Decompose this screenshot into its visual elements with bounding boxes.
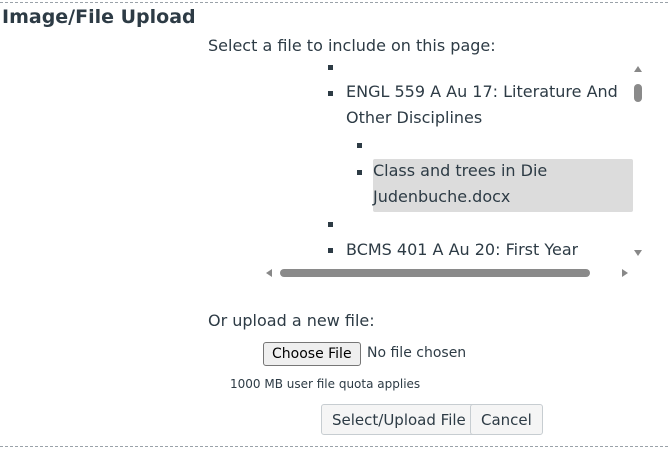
tree-bullet [328,222,333,227]
scroll-down-arrow-icon[interactable] [634,250,642,256]
tree-item-file-selected[interactable]: Class and trees in Die Judenbuche.docx [373,158,547,210]
no-file-chosen-label: No file chosen [367,345,467,361]
tree-item-course-bcms401[interactable]: BCMS 401 A Au 20: First Year [346,237,578,259]
scroll-up-arrow-icon[interactable] [634,66,642,72]
choose-file-button[interactable]: Choose File [263,342,361,366]
tree-item-label-line1: Class and trees in Die [373,161,548,180]
bottom-divider [0,446,668,447]
tree-item-course-engl559[interactable]: ENGL 559 A Au 17: Literature And Other D… [346,79,618,131]
scroll-left-arrow-icon[interactable] [266,269,272,277]
section-title: Image/File Upload [2,6,196,28]
top-divider [0,2,668,3]
tree-bullet [328,65,333,70]
cancel-button[interactable]: Cancel [470,404,543,435]
select-upload-file-button[interactable]: Select/Upload File [321,404,477,435]
tree-item-label-line1: BCMS 401 A Au 20: First Year [346,240,579,259]
tree-item-label-line1: ENGL 559 A Au 17: Literature And [346,82,618,101]
tree-bullet [357,170,362,175]
select-file-prompt: Select a file to include on this page: [208,36,496,55]
tree-item-label-line2: Judenbuche.docx [373,187,511,206]
upload-new-file-prompt: Or upload a new file: [208,311,375,330]
file-quota-note: 1000 MB user file quota applies [230,377,421,391]
tree-bullet [328,91,333,96]
tree-bullet [328,248,333,253]
vertical-scrollbar[interactable] [632,62,644,258]
vertical-scroll-thumb[interactable] [634,84,642,102]
tree-bullet [357,143,362,148]
scroll-right-arrow-icon[interactable] [622,269,628,277]
tree-item-label-line2: Other Disciplines [346,108,483,127]
horizontal-scrollbar[interactable] [262,266,634,280]
horizontal-scroll-thumb[interactable] [280,269,590,277]
